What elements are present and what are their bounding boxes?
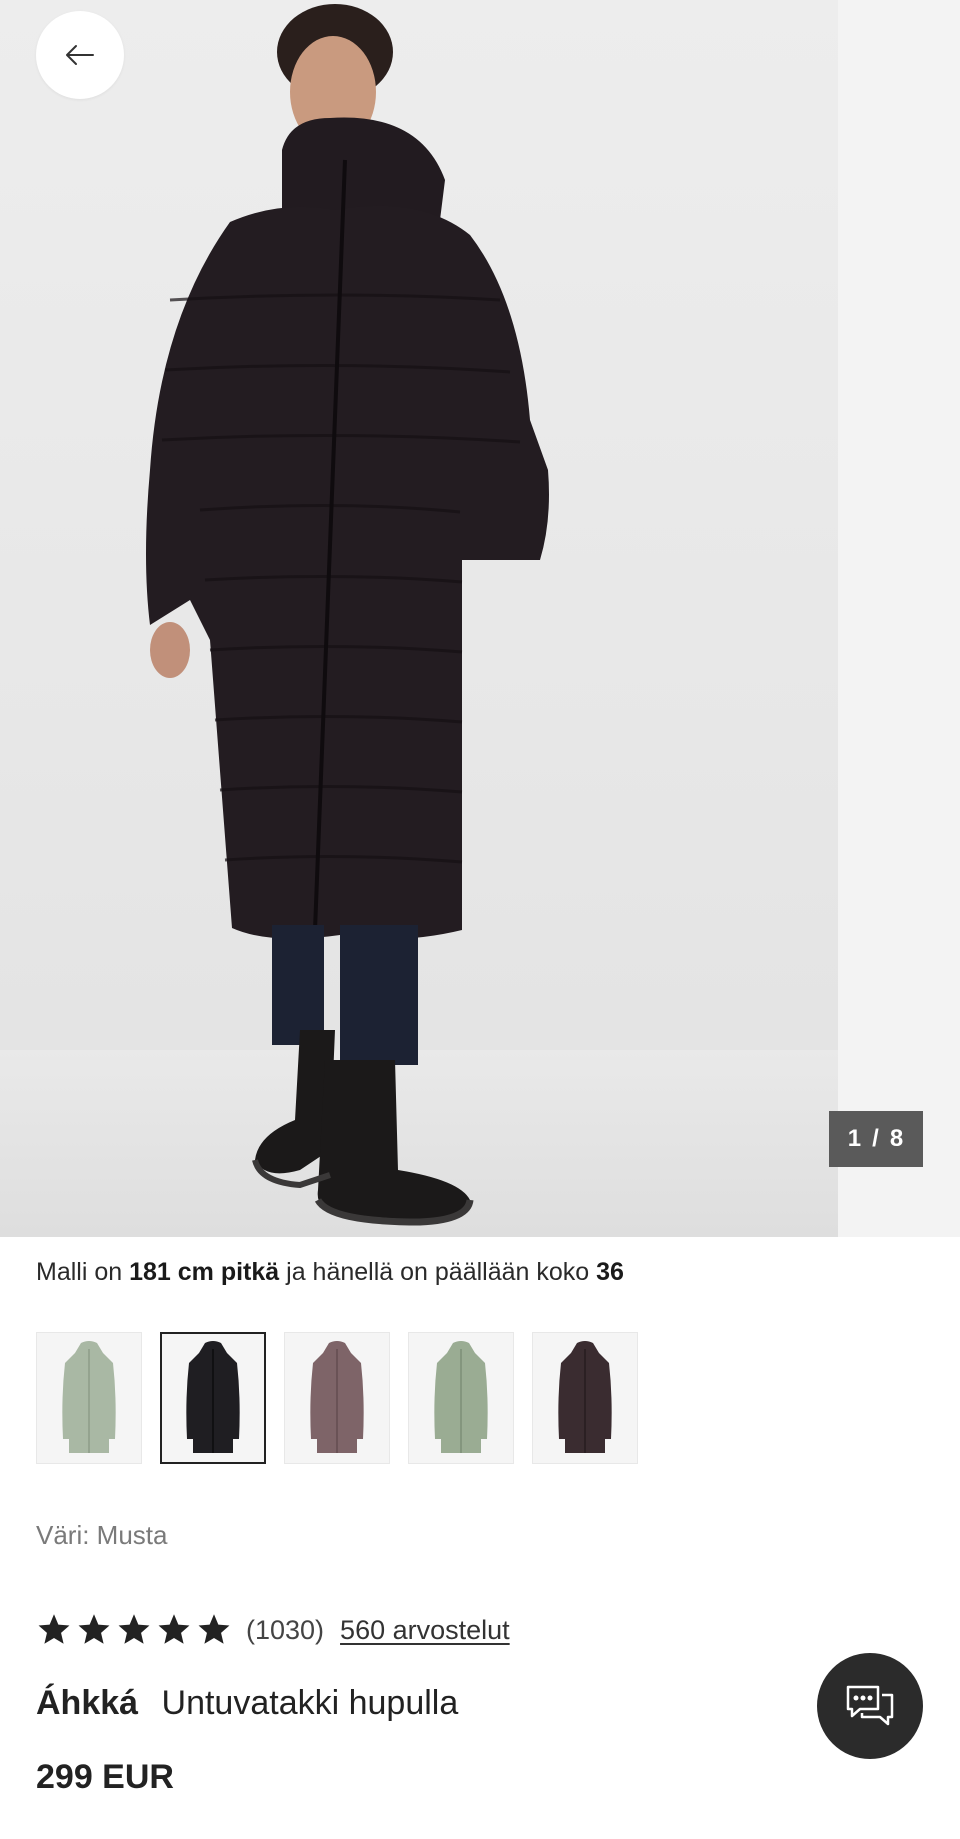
star-icon: [118, 1614, 150, 1644]
back-button[interactable]: [36, 11, 124, 99]
product-image-gallery[interactable]: 1 / 8: [0, 0, 960, 1237]
star-icon: [38, 1614, 70, 1644]
counter-total: 8: [889, 1125, 905, 1152]
chat-bubbles-icon: [846, 1685, 894, 1726]
color-swatch-dark-brown[interactable]: [532, 1332, 638, 1464]
star-rating: [36, 1612, 232, 1648]
product-title: Áhkká Untuvatakki hupulla: [36, 1684, 458, 1723]
rating-count: (1030): [246, 1614, 325, 1645]
model-size-info: Malli on 181 cm pitkä ja hänellä on pääl…: [36, 1258, 624, 1287]
color-swatch-sage[interactable]: [36, 1332, 142, 1464]
star-icon: [78, 1614, 110, 1644]
star-icon: [198, 1614, 230, 1644]
coat-thumbnail: [310, 1341, 364, 1453]
color-swatch-mauve[interactable]: [284, 1332, 390, 1464]
model-size: 36: [596, 1258, 624, 1286]
model-info-prefix: Malli on: [36, 1258, 123, 1286]
color-swatches: [36, 1332, 638, 1464]
counter-separator: /: [872, 1125, 880, 1152]
product-price: 299 EUR: [36, 1758, 174, 1796]
selected-color-label: Väri: Musta: [36, 1520, 168, 1550]
coat-thumbnail: [186, 1341, 240, 1453]
color-swatch-black[interactable]: [160, 1332, 266, 1464]
counter-current: 1: [847, 1125, 863, 1152]
product-name: Untuvatakki hupulla: [161, 1684, 459, 1722]
model-coat-illustration: [0, 4, 838, 1237]
coat-thumbnail: [558, 1341, 612, 1453]
coat-thumbnail: [434, 1341, 488, 1453]
image-counter: 1 / 8: [829, 1111, 923, 1167]
model-info-middle: ja hänellä on päällään koko: [286, 1258, 590, 1286]
chat-button[interactable]: [817, 1653, 923, 1759]
next-image-peek[interactable]: [838, 0, 960, 1237]
product-brand[interactable]: Áhkká: [36, 1684, 138, 1722]
product-rating: (1030) 560 arvostelut: [36, 1612, 510, 1648]
color-swatch-green[interactable]: [408, 1332, 514, 1464]
product-image[interactable]: [0, 0, 838, 1237]
model-height: 181 cm pitkä: [129, 1258, 280, 1286]
reviews-link[interactable]: 560 arvostelut: [340, 1615, 510, 1646]
coat-thumbnail: [62, 1341, 116, 1453]
arrow-left-icon: [66, 45, 94, 65]
star-icon: [158, 1614, 190, 1644]
